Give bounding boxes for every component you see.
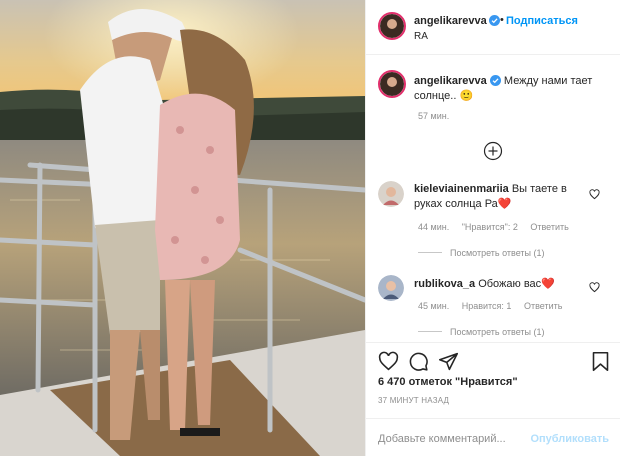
divider-line [418,252,442,253]
avatar-image [380,14,404,38]
follow-button[interactable]: Подписаться [506,15,578,27]
comment-meta: 45 мин. Нравится: 1 Ответить [418,301,572,311]
comment-time[interactable]: 44 мин. [418,222,449,232]
caption-username[interactable]: angelikarevva [414,75,487,87]
commenter-avatar[interactable] [378,181,404,207]
verified-badge-icon [489,15,500,26]
view-replies[interactable]: Посмотреть ответы (1) [418,248,545,258]
add-comment-input[interactable]: Добавьте комментарий... [378,433,506,445]
post-caption: angelikarevva Между нами тает солнце.. 🙂 [414,74,609,104]
post-actions: 6 470 отметок "Нравится" 37 МИНУТ НАЗАД … [366,342,620,456]
comment-2: rublikova_a Обожаю вас❤️ [414,277,594,292]
like-comment-heart-icon[interactable] [589,189,600,200]
load-more-comments-icon[interactable] [483,141,503,161]
divider-line [418,331,442,332]
comment-meta: 44 мин. "Нравится": 2 Ответить [418,222,579,232]
view-replies-label[interactable]: Посмотреть ответы (1) [450,327,545,337]
likes-count[interactable]: 6 470 отметок "Нравится" [378,376,518,388]
author-username[interactable]: angelikarevva [414,15,487,27]
comment-username[interactable]: kieleviainenmariia [414,183,509,195]
post-time-ago[interactable]: 37 МИНУТ НАЗАД [378,396,449,405]
avatar-image [378,181,404,207]
comment-bubble-icon[interactable] [408,351,429,372]
caption-time[interactable]: 57 мин. [418,111,449,121]
dot-separator: • [500,14,504,26]
view-replies[interactable]: Посмотреть ответы (1) [418,327,545,337]
avatar-image [380,72,404,96]
save-bookmark-icon[interactable] [591,351,610,372]
comment-likes[interactable]: "Нравится": 2 [462,222,518,232]
comment-likes[interactable]: Нравится: 1 [462,301,512,311]
comment-username[interactable]: rublikova_a [414,278,475,290]
couple-photo-illustration [0,0,365,456]
share-paper-plane-icon[interactable] [438,351,459,372]
comment-time[interactable]: 45 мин. [418,301,449,311]
like-heart-icon[interactable] [378,351,399,372]
commenter-avatar[interactable] [378,275,404,301]
caption-avatar[interactable] [378,70,406,98]
comment-text: Обожаю вас❤️ [478,278,555,290]
like-comment-heart-icon[interactable] [589,282,600,293]
reply-button[interactable]: Ответить [524,301,562,311]
reply-button[interactable]: Ответить [530,222,568,232]
publish-button[interactable]: Опубликовать [530,433,609,445]
post-side-panel: angelikarevva • Подписаться RA angelikar… [365,0,620,456]
add-comment-bar: Добавьте комментарий... Опубликовать [366,418,620,457]
verified-badge-icon [489,75,501,86]
comment-1: kieleviainenmariia Вы таете в руках солн… [414,182,594,212]
avatar-image [378,275,404,301]
post-photo[interactable] [0,0,365,456]
author-avatar[interactable] [378,12,406,40]
post-header: angelikarevva • Подписаться RA [366,0,620,55]
post-location[interactable]: RA [414,31,428,42]
view-replies-label[interactable]: Посмотреть ответы (1) [450,248,545,258]
